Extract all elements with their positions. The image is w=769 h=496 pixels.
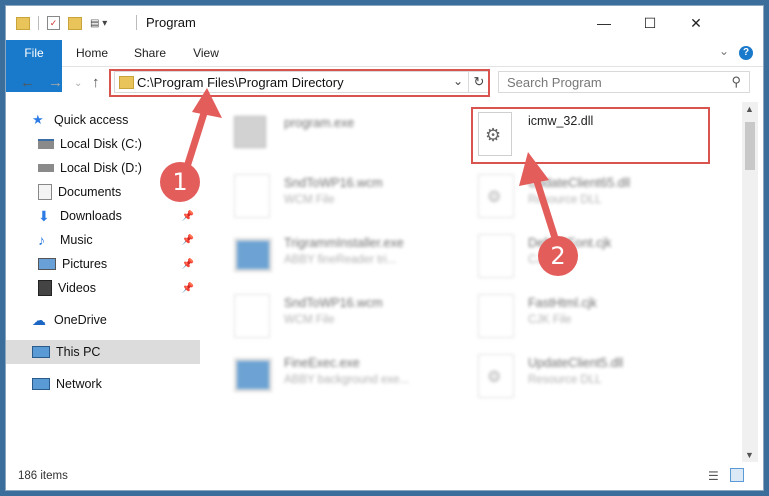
annotation-arrows xyxy=(182,88,559,242)
arrow-2 xyxy=(519,152,559,242)
step-marker-2: 2 xyxy=(538,236,578,276)
step-marker-1: 1 xyxy=(160,162,200,202)
arrow-1 xyxy=(182,88,222,174)
